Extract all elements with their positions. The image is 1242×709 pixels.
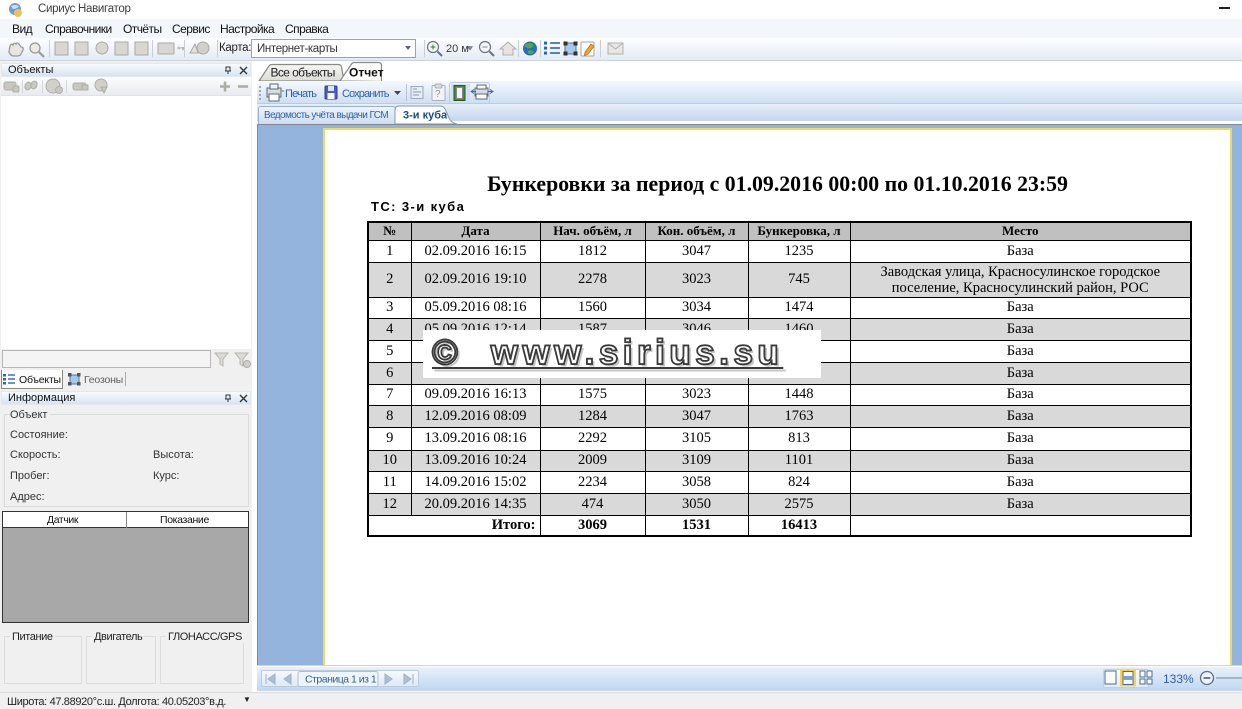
svg-text:Отчет: Отчет: [349, 66, 384, 80]
svg-text:133%: 133%: [1163, 672, 1194, 686]
svg-text:Сохранить: Сохранить: [342, 88, 390, 100]
svg-text:Страница 1 из 1: Страница 1 из 1: [305, 674, 377, 686]
svg-text:3-и куба: 3-и куба: [403, 110, 448, 122]
svg-text:Печать: Печать: [285, 88, 317, 100]
svg-text:?: ?: [435, 89, 441, 100]
svg-text:Все объекты: Все объекты: [271, 66, 335, 80]
